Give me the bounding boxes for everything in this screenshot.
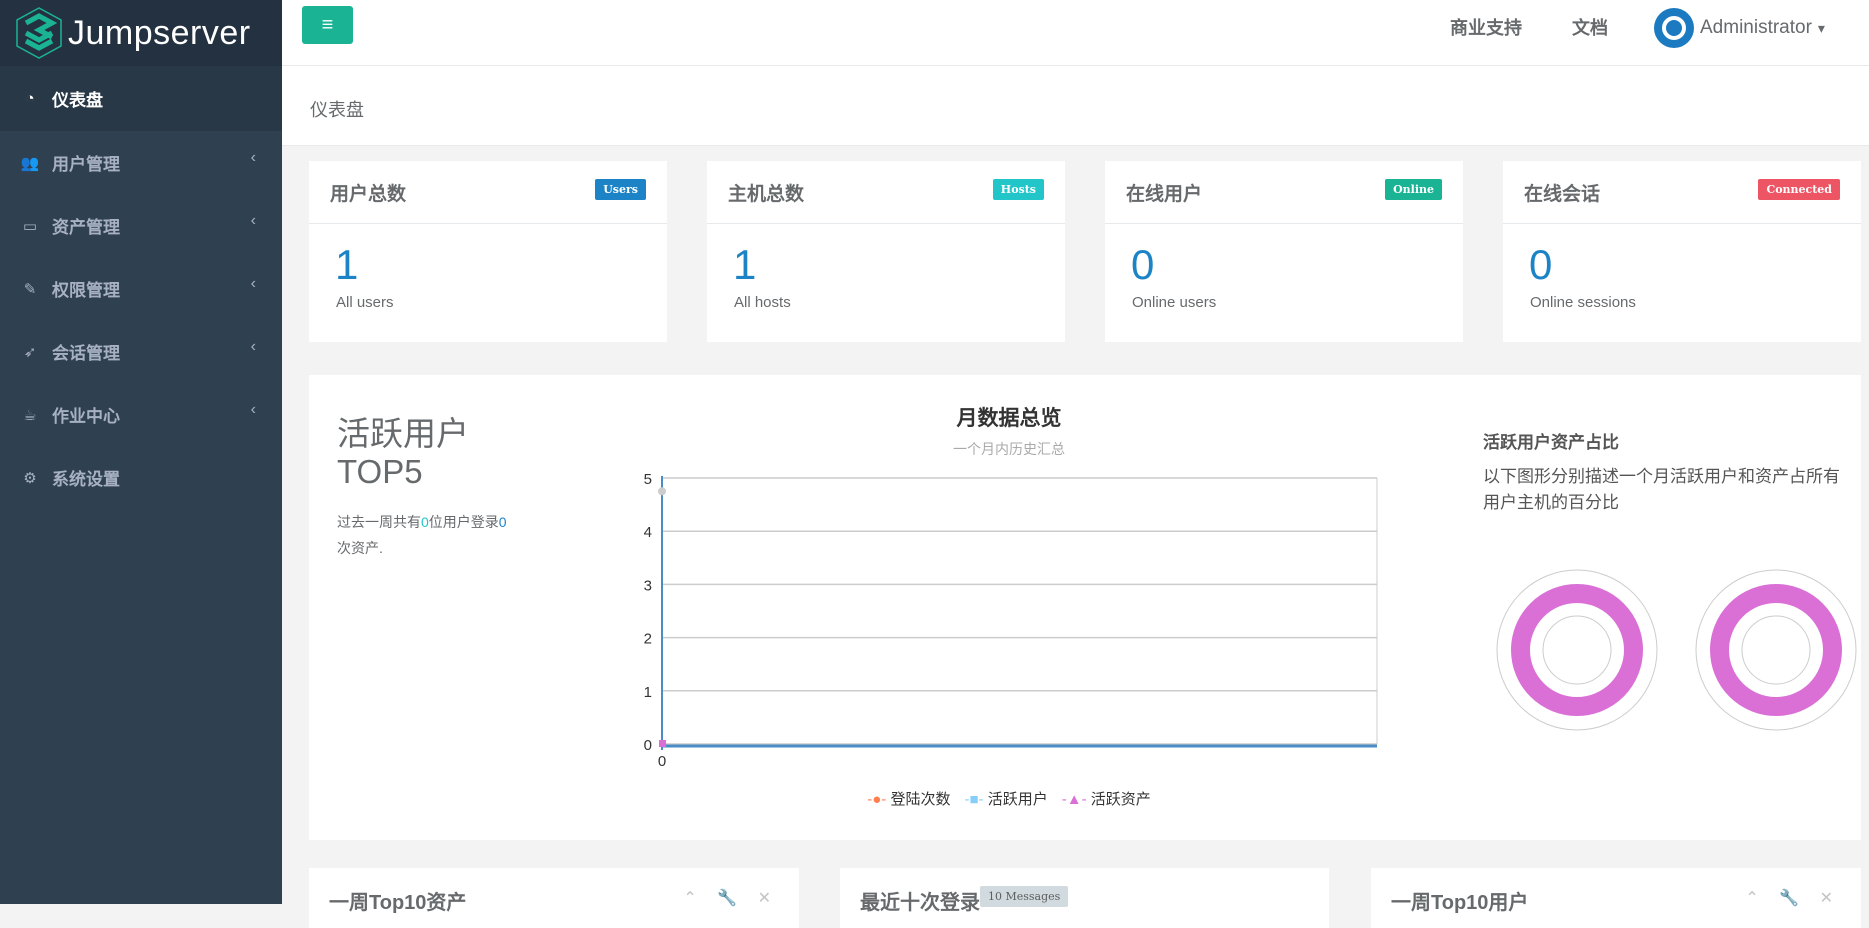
cogs-icon: ⚙: [23, 469, 37, 487]
ratio-donuts: 用户主机: [1496, 569, 1857, 731]
sidebar-item-3[interactable]: ✎ 权限管理 ‹: [0, 257, 282, 320]
chart-canvas: 0 1 2 3 4 5 0: [644, 471, 1378, 770]
sidebar-item-1[interactable]: 👥 用户管理 ‹: [0, 131, 282, 194]
edit-icon: ✎: [23, 280, 37, 298]
top5-title: 活跃用户: [337, 415, 469, 452]
card-value: 1: [335, 241, 359, 288]
sidebar-item-label: 用户管理: [52, 155, 120, 174]
chevron-left-icon: ‹: [250, 149, 256, 166]
monthly-chart: 月数据总览 一个月内历史汇总 0123450 -●- 登陆次数 -■- 活跃用户 -…: [459, 375, 1559, 840]
sidebar-item-label: 系统设置: [52, 470, 120, 489]
top5-subtitle: TOP5: [337, 453, 423, 490]
card-title: 在线会话: [1524, 184, 1601, 205]
user-name: Administrator: [1700, 17, 1812, 38]
legend-marker-icon: -■-: [964, 791, 984, 808]
power-icon: [1662, 16, 1686, 40]
donut-ring: [1710, 584, 1842, 716]
card-subtitle: Online users: [1132, 294, 1217, 311]
card-title: 用户总数: [330, 184, 407, 205]
data-point: [658, 487, 666, 496]
status-badge: Users: [595, 179, 646, 200]
y-tick-label: 4: [644, 524, 652, 541]
ratio-title: 活跃用户资产占比: [1483, 433, 1619, 452]
y-tick-label: 0: [644, 737, 652, 754]
card-subtitle: All hosts: [734, 294, 791, 311]
sidebar-item-2[interactable]: ▭ 资产管理 ‹: [0, 194, 282, 257]
overview-panel: 活跃用户 TOP5 过去一周共有0位用户登录0次资产. 月数据总览 一个月内历史…: [309, 375, 1861, 840]
sidebar-item-0[interactable]: ◔ 仪表盘: [0, 66, 282, 131]
card-value: 0: [1131, 241, 1155, 288]
sidebar: Jumpserver ◔ 仪表盘 👥 用户管理 ‹ ▭ 资产管理 ‹ ✎ 权限管理 ‹ ➶ 会话管理 ‹ ☕…: [0, 0, 282, 904]
sidebar-item-label: 会话管理: [52, 344, 120, 363]
status-badge: Hosts: [992, 179, 1044, 200]
sidebar-item-5[interactable]: ☕ 作业中心 ‹: [0, 383, 282, 446]
chevron-left-icon: ‹: [250, 338, 256, 355]
status-badge: Online: [1385, 179, 1442, 200]
card-subtitle: Online sessions: [1530, 294, 1636, 311]
sidebar-item-label: 仪表盘: [52, 91, 103, 110]
sidebar-item-label: 资产管理: [52, 218, 120, 237]
chevron-left-icon: ‹: [250, 275, 256, 292]
donut-ring: [1511, 584, 1643, 716]
avatar: [1654, 8, 1694, 48]
ratio-desc: 以下图形分别描述一个月活跃用户和资产占所有用户主机的百分比: [1483, 467, 1840, 512]
user-menu[interactable]: Administrator ▾: [1654, 8, 1825, 48]
donut-inner: [1542, 615, 1612, 685]
bottom-panel: 一周Top10用户 ⌃ 🔧 ✕: [1371, 868, 1861, 928]
stat-card: 在线会话 Connected 0 Online sessions: [1503, 161, 1861, 342]
app-name: Jumpserver: [68, 13, 251, 52]
bottom-panel: 最近十次登录 10 Messages: [840, 868, 1329, 928]
sidebar-item-6[interactable]: ⚙ 系统设置: [0, 446, 282, 509]
jumpserver-logo-icon: [16, 7, 62, 59]
status-badge: Connected: [1758, 179, 1840, 200]
x-tick-label: 0: [658, 753, 666, 770]
panel-tools[interactable]: ⌃ 🔧 ✕: [683, 888, 779, 908]
card-subtitle: All users: [336, 294, 394, 311]
coffee-icon: ☕: [23, 406, 37, 424]
sidebar-item-label: 作业中心: [52, 407, 120, 426]
legend-item[interactable]: -■- 活跃用户: [964, 788, 1047, 809]
panel-title: 一周Top10资产: [329, 892, 467, 914]
breadcrumb: 仪表盘: [282, 66, 1869, 146]
y-tick-label: 1: [644, 684, 652, 701]
y-tick-label: 3: [644, 577, 652, 594]
legend-marker-icon: -●-: [867, 791, 887, 808]
chart-legend: -●- 登陆次数 -■- 活跃用户 -▲- 活跃资产: [459, 788, 1559, 809]
rocket-icon: ➶: [23, 343, 37, 361]
legend-item[interactable]: -●- 登陆次数: [867, 788, 950, 809]
docs-link[interactable]: 文档: [1572, 14, 1608, 40]
legend-marker-icon: -▲-: [1061, 791, 1087, 808]
card-title: 主机总数: [728, 184, 805, 205]
caret-down-icon: ▾: [1817, 19, 1825, 36]
y-tick-label: 2: [644, 631, 652, 648]
card-value: 1: [733, 241, 757, 288]
support-link[interactable]: 商业支持: [1450, 14, 1522, 40]
stat-card: 在线用户 Online 0 Online users: [1105, 161, 1463, 342]
bottom-panel: 一周Top10资产 ⌃ 🔧 ✕: [309, 868, 799, 928]
chevron-left-icon: ‹: [250, 401, 256, 418]
y-tick-label: 5: [644, 471, 652, 488]
panel-title: 一周Top10用户: [1391, 892, 1529, 914]
panel-title: 最近十次登录: [860, 892, 980, 914]
sidebar-item-4[interactable]: ➶ 会话管理 ‹: [0, 320, 282, 383]
legend-item[interactable]: -▲- 活跃资产: [1062, 788, 1151, 809]
panel-tools[interactable]: ⌃ 🔧 ✕: [1745, 888, 1841, 908]
inbox-icon: ▭: [22, 217, 38, 235]
logo[interactable]: Jumpserver: [0, 0, 282, 66]
top-navbar: ≡ 商业支持 文档 Administrator ▾: [282, 0, 1869, 66]
data-point-2: [659, 740, 666, 747]
donut-inner: [1741, 615, 1811, 685]
page-title: 仪表盘: [310, 100, 364, 120]
dashboard-icon: ◔: [25, 90, 35, 107]
menu-toggle-button[interactable]: ≡: [302, 6, 353, 44]
active-user-count: 0: [421, 514, 429, 530]
card-title: 在线用户: [1126, 184, 1203, 205]
sidebar-item-label: 权限管理: [52, 281, 120, 300]
stat-card: 主机总数 Hosts 1 All hosts: [707, 161, 1065, 342]
users-icon: 👥: [20, 154, 40, 172]
stat-card: 用户总数 Users 1 All users: [309, 161, 667, 342]
hamburger-icon: ≡: [321, 14, 334, 36]
card-value: 0: [1529, 241, 1553, 288]
chevron-left-icon: ‹: [250, 212, 256, 229]
